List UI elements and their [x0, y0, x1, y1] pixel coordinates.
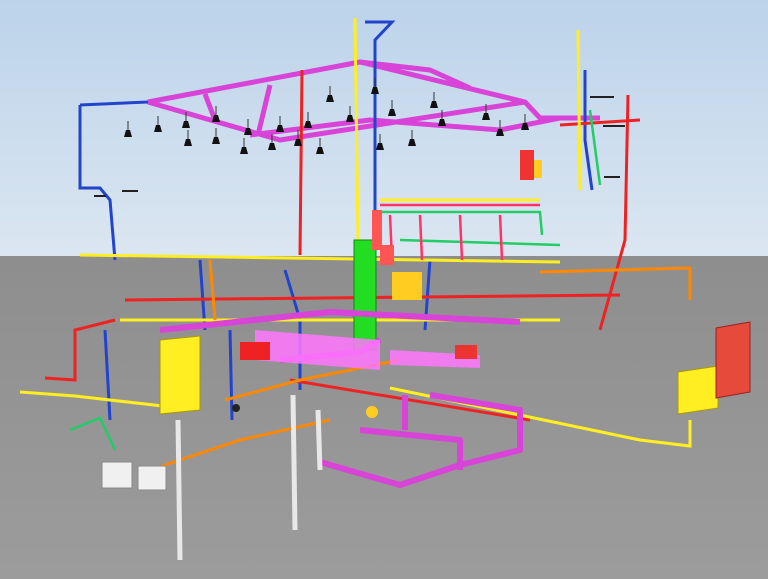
- ground-plane: [0, 256, 768, 579]
- bim-3d-viewport[interactable]: [0, 0, 768, 579]
- sky-background: [0, 0, 768, 256]
- mep-model-scene[interactable]: [0, 0, 768, 579]
